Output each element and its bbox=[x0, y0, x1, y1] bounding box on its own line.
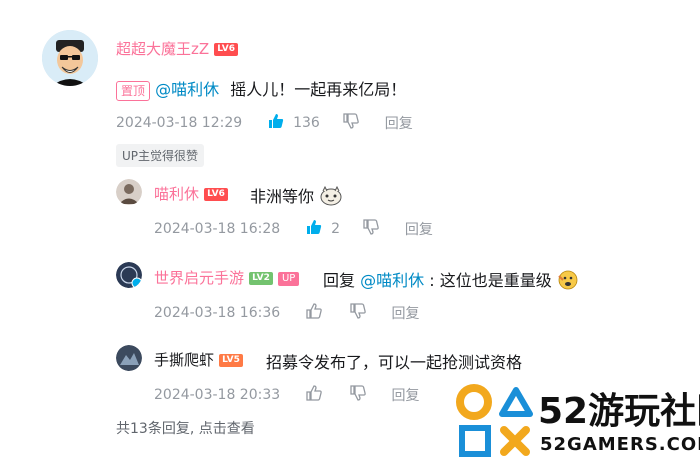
like-icon[interactable] bbox=[305, 384, 323, 406]
avatar[interactable] bbox=[42, 30, 98, 86]
comment-header: 超超大魔王zZ LV6 bbox=[116, 38, 238, 59]
reply-button[interactable]: 回复 bbox=[392, 303, 420, 323]
reply-header: 手撕爬虾 LV5 bbox=[154, 349, 243, 370]
comment-text: 摇人儿！一起再来亿局！ bbox=[230, 80, 407, 99]
watermark-title: 52游玩社区 bbox=[538, 391, 700, 432]
avatar-image bbox=[116, 345, 142, 371]
reply-text: 非洲等你 bbox=[250, 187, 315, 206]
view-replies-link[interactable]: 共13条回复, 点击查看 bbox=[116, 418, 255, 438]
like-count: 136 bbox=[293, 115, 320, 131]
mention-link[interactable]: @喵利休 bbox=[360, 271, 424, 290]
reply-meta: 2024-03-18 16:28 2 回复 bbox=[154, 218, 433, 240]
comment-body: 置顶 @喵利休 摇人儿！一起再来亿局！ bbox=[116, 76, 406, 101]
comment-date: 2024-03-18 12:29 bbox=[116, 115, 243, 131]
like-icon[interactable] bbox=[305, 218, 323, 240]
reply-text: 招募令发布了，可以一起抢测试资格 bbox=[266, 353, 523, 372]
avatar-image bbox=[42, 30, 98, 86]
reply-header: 世界启元手游 LV2 UP bbox=[154, 267, 300, 288]
reply-text: : 这位也是重量级 bbox=[429, 271, 552, 290]
level-badge: LV6 bbox=[204, 188, 228, 201]
reply-button[interactable]: 回复 bbox=[405, 219, 433, 239]
reply-meta: 2024-03-18 20:33 回复 bbox=[154, 384, 420, 406]
mention-link[interactable]: @喵利休 bbox=[155, 80, 219, 99]
emoji-icon bbox=[557, 270, 579, 294]
avatar-image bbox=[116, 179, 142, 205]
reply-date: 2024-03-18 20:33 bbox=[154, 387, 281, 403]
reply-username[interactable]: 喵利休 bbox=[154, 185, 199, 203]
reply-button[interactable]: 回复 bbox=[385, 113, 413, 133]
dislike-icon[interactable] bbox=[362, 218, 380, 240]
reply-button[interactable]: 回复 bbox=[392, 385, 420, 405]
watermark-subtitle: 52GAMERS.COM bbox=[540, 434, 700, 455]
up-liked-badge: UP主觉得很赞 bbox=[116, 144, 205, 167]
site-watermark: 52游玩社区 52GAMERS.COM bbox=[450, 380, 700, 467]
level-badge: LV5 bbox=[219, 354, 243, 367]
reply-username[interactable]: 手撕爬虾 bbox=[154, 351, 214, 369]
reply-body: 招募令发布了，可以一起抢测试资格 bbox=[266, 349, 522, 373]
reply-header: 喵利休 LV6 bbox=[154, 183, 228, 204]
like-icon[interactable] bbox=[267, 112, 285, 134]
emoji-icon bbox=[319, 185, 343, 210]
pinned-tag: 置顶 bbox=[116, 80, 151, 101]
reply-avatar[interactable] bbox=[116, 262, 142, 288]
reply-body: 非洲等你 bbox=[250, 183, 343, 210]
reply-prefix: 回复 bbox=[323, 271, 356, 290]
reply-avatar[interactable] bbox=[116, 345, 142, 371]
reply-body: 回复 @喵利休 : 这位也是重量级 bbox=[323, 267, 579, 294]
reply-username[interactable]: 世界启元手游 bbox=[154, 269, 244, 287]
level-badge: LV6 bbox=[214, 43, 238, 56]
avatar-image bbox=[116, 262, 142, 288]
comment-meta: 2024-03-18 12:29 136 回复 bbox=[116, 112, 413, 134]
up-badge: UP bbox=[277, 271, 300, 286]
dislike-icon[interactable] bbox=[349, 302, 367, 324]
level-badge: LV2 bbox=[249, 272, 273, 285]
like-icon[interactable] bbox=[305, 302, 323, 324]
username[interactable]: 超超大魔王zZ bbox=[116, 40, 209, 58]
reply-avatar[interactable] bbox=[116, 179, 142, 205]
like-count: 2 bbox=[331, 221, 340, 237]
reply-date: 2024-03-18 16:28 bbox=[154, 221, 281, 237]
watermark-logo-icon bbox=[456, 384, 533, 457]
dislike-icon[interactable] bbox=[349, 384, 367, 406]
reply-meta: 2024-03-18 16:36 回复 bbox=[154, 302, 420, 324]
dislike-icon[interactable] bbox=[342, 112, 360, 134]
reply-date: 2024-03-18 16:36 bbox=[154, 305, 281, 321]
